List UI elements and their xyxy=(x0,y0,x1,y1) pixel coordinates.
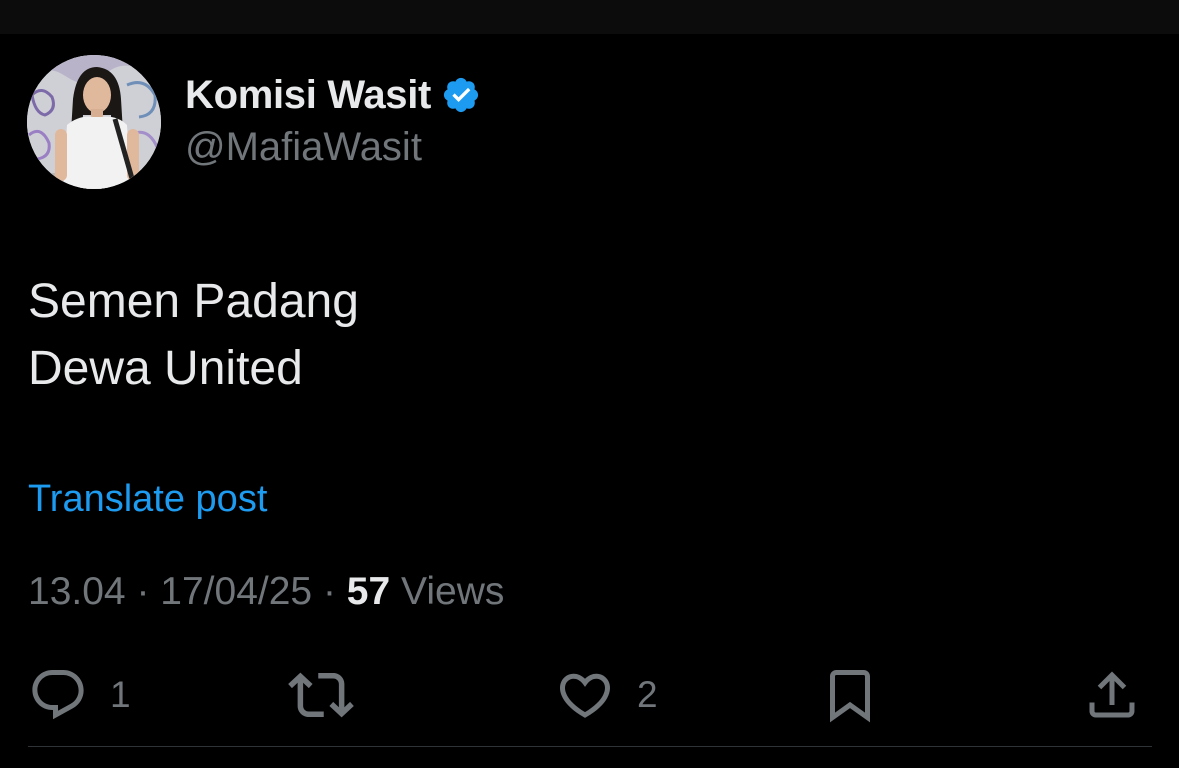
post-text-line-2: Dewa United xyxy=(28,342,303,395)
reply-icon xyxy=(32,670,84,720)
post-text: Semen Padang Dewa United xyxy=(28,268,359,402)
post-time[interactable]: 13.04 xyxy=(28,570,126,613)
heart-icon xyxy=(559,673,611,718)
share-button[interactable] xyxy=(1082,663,1142,727)
reply-button[interactable]: 1 xyxy=(28,663,131,727)
views-count[interactable]: 57 xyxy=(347,570,390,613)
repost-icon xyxy=(288,672,354,718)
post-date[interactable]: 17/04/25 xyxy=(160,570,312,613)
verified-badge-icon xyxy=(441,75,481,115)
action-bar: 1 2 xyxy=(0,663,1179,727)
author-name-row[interactable]: Komisi Wasit xyxy=(185,70,481,120)
like-button[interactable]: 2 xyxy=(555,663,658,727)
author-display-name[interactable]: Komisi Wasit xyxy=(185,73,431,118)
translate-post-link[interactable]: Translate post xyxy=(28,478,267,521)
author-handle[interactable]: @MafiaWasit xyxy=(185,125,422,170)
reply-count: 1 xyxy=(110,674,131,715)
divider xyxy=(28,746,1152,747)
share-icon xyxy=(1089,671,1135,718)
like-count: 2 xyxy=(637,674,658,715)
post-text-line-1: Semen Padang xyxy=(28,275,359,328)
avatar-image xyxy=(27,55,161,189)
avatar[interactable] xyxy=(27,55,161,189)
bookmark-button[interactable] xyxy=(820,663,880,727)
repost-button[interactable] xyxy=(288,663,354,727)
meta-separator: · xyxy=(136,570,150,613)
meta-separator: · xyxy=(322,570,336,613)
post-metadata: 13.04 · 17/04/25 · 57 Views xyxy=(28,570,504,614)
top-bar xyxy=(0,0,1179,34)
bookmark-icon xyxy=(830,670,870,723)
views-label[interactable]: Views xyxy=(401,570,504,613)
